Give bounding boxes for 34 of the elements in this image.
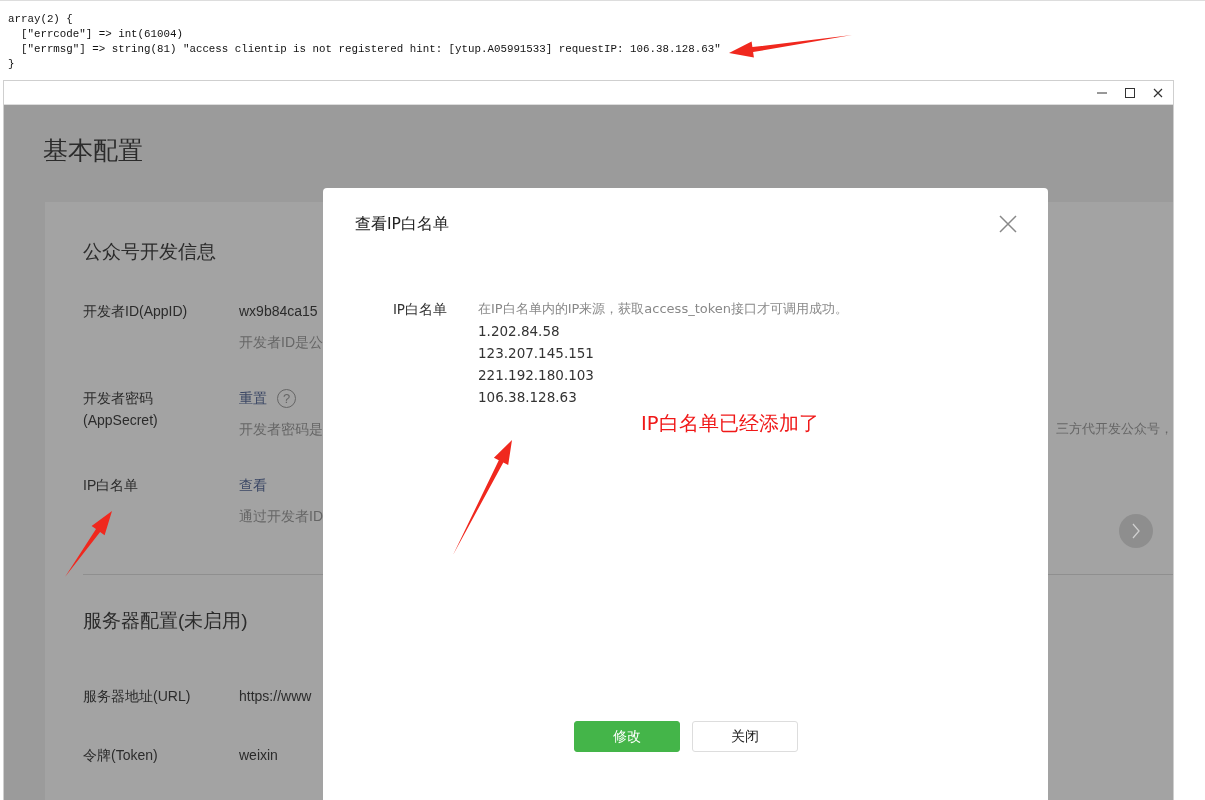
close-icon[interactable]: [1153, 87, 1163, 98]
annotation-note: IP白名单已经添加了: [641, 411, 819, 437]
field-label: 服务器地址(URL): [83, 687, 192, 706]
console-line: ["errcode"] => int(61004): [19, 27, 183, 42]
section-title: 服务器配置(未启用): [83, 609, 248, 633]
dialog-title: 查看IP白名单: [355, 214, 449, 235]
ip-address: 123.207.145.151: [478, 344, 594, 363]
action-link[interactable]: 查看: [239, 474, 267, 496]
console-line: }: [8, 57, 15, 72]
field-label: IP白名单: [83, 476, 140, 495]
field-label: 开发者ID(AppID): [83, 302, 189, 321]
field-description: 通过开发者ID: [239, 507, 323, 526]
ip-address: 1.202.84.58: [478, 322, 560, 341]
action-link[interactable]: 重置: [239, 387, 267, 409]
maximize-icon[interactable]: [1125, 87, 1135, 98]
ip-address: 221.192.180.103: [478, 366, 594, 385]
edit-button[interactable]: 修改: [573, 721, 680, 752]
console-line: array(2) {: [8, 12, 73, 27]
console-line: ["errmsg"] => string(81) "access clientip is not registered hint: [ytup.A05991533] requestIP: 106.38.128.63": [19, 42, 721, 57]
page-title: 基本配置: [43, 135, 143, 166]
field-description: 开发者ID是公: [239, 333, 323, 352]
close-button[interactable]: 关闭: [691, 721, 798, 752]
hint-text: 在IP白名单内的IP来源，获取access_token接口才可调用成功。: [478, 300, 848, 318]
chevron-right-icon: [1131, 523, 1141, 539]
field-value: wx9b84ca15: [239, 302, 318, 321]
field-label: 令牌(Token): [83, 746, 159, 765]
ip-address: 106.38.128.63: [478, 388, 577, 407]
field-value: weixin: [239, 746, 278, 765]
field-label: 开发者密码 (AppSecret): [83, 389, 159, 430]
field-value: https://www: [239, 687, 312, 706]
field-label: IP白名单: [391, 300, 447, 319]
arrow: [65, 511, 112, 577]
field-description: 开发者密码是: [239, 420, 323, 439]
section-title: 公众号开发信息: [83, 240, 216, 264]
